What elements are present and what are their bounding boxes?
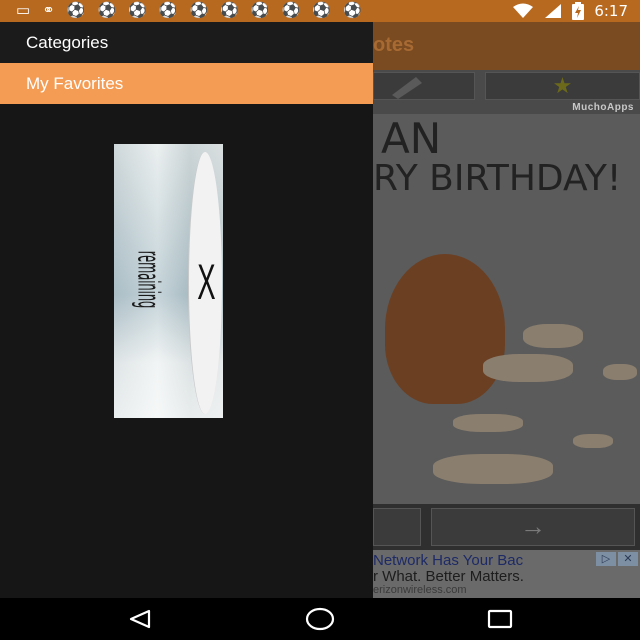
battery-charging-icon [572, 2, 585, 20]
pencil-icon [392, 77, 422, 99]
card-text-line2: RY BIRTHDAY! [373, 158, 622, 199]
ad-choices: ▷ ✕ [596, 552, 638, 566]
background-brand: MuchoApps [572, 102, 634, 113]
status-bar: ▭ ⚭ ⚽ ⚽ ⚽ ⚽ ⚽ ⚽ ⚽ ⚽ ⚽ ⚽ 6:17 [0, 0, 640, 22]
arrow-right-icon: → [520, 511, 546, 541]
background-tabs: ★ [373, 72, 640, 100]
star-icon: ★ [552, 73, 573, 98]
ball-icon: ⚽ [158, 2, 178, 19]
people-icon: ⚭ [42, 2, 55, 19]
ad-text-line1: Network Has Your Bac [373, 552, 524, 569]
background-app: otes ★ MuchoApps AN RY BIRTHDAY! → Netwo… [373, 22, 640, 598]
wifi-icon [513, 3, 534, 18]
recents-button[interactable] [470, 598, 530, 640]
drawer-item-my-favorites[interactable]: My Favorites [0, 63, 373, 104]
ad-close-icon: ✕ [618, 552, 638, 566]
home-icon [305, 607, 335, 631]
background-toolbar: otes [373, 22, 640, 70]
ad-image-text: remaining [130, 250, 166, 309]
shell-fragment [523, 324, 583, 348]
ad-text-line2: r What. Better Matters. [373, 568, 524, 585]
ball-icon: ⚽ [220, 2, 239, 19]
back-icon [129, 609, 151, 629]
shell-fragment [453, 414, 523, 432]
card-text-line1: AN [381, 114, 442, 163]
drawer-item-label: My Favorites [26, 73, 124, 93]
background-bottom-bar: → [373, 504, 640, 550]
background-ad-banner: Network Has Your Bac r What. Better Matt… [373, 550, 640, 598]
drawer-item-categories[interactable]: Categories [0, 22, 373, 63]
recents-icon [487, 609, 513, 629]
system-icons: 6:17 [512, 0, 628, 22]
background-title: otes [373, 34, 415, 56]
ad-info-icon: ▷ [596, 552, 616, 566]
ball-icon: ⚽ [342, 2, 362, 19]
background-card: AN RY BIRTHDAY! [373, 114, 640, 504]
star-tab: ★ [485, 72, 640, 100]
clock: 6:17 [594, 2, 628, 20]
drawer-ad-image[interactable]: remaining X [114, 144, 223, 418]
message-icon: ▭ [16, 2, 31, 19]
shell-fragment [433, 454, 553, 484]
edit-tab [373, 72, 475, 100]
shell-fragment [483, 354, 573, 382]
ball-icon: ⚽ [66, 2, 86, 19]
shell-fragment [603, 364, 637, 380]
previous-button [373, 508, 421, 546]
back-button[interactable] [110, 598, 170, 640]
home-button[interactable] [290, 598, 350, 640]
notification-icons: ▭ ⚭ ⚽ ⚽ ⚽ ⚽ ⚽ ⚽ ⚽ ⚽ ⚽ ⚽ [0, 0, 362, 22]
shell-fragment [573, 434, 613, 448]
signal-icon [545, 4, 562, 18]
egg-illustration [385, 254, 505, 404]
ball-icon: ⚽ [250, 2, 270, 19]
navigation-drawer: Categories My Favorites remaining X [0, 22, 373, 598]
ad-close-glyph[interactable]: X [197, 252, 215, 312]
ball-icon: ⚽ [97, 2, 117, 19]
ad-text-line3: erizonwireless.com [373, 584, 467, 596]
ball-icon: ⚽ [312, 2, 331, 19]
ball-icon: ⚽ [128, 2, 147, 19]
navigation-bar [0, 598, 640, 640]
drawer-item-label: Categories [26, 32, 109, 52]
next-button: → [431, 508, 635, 546]
ball-icon: ⚽ [281, 2, 301, 19]
ball-icon: ⚽ [189, 2, 209, 19]
